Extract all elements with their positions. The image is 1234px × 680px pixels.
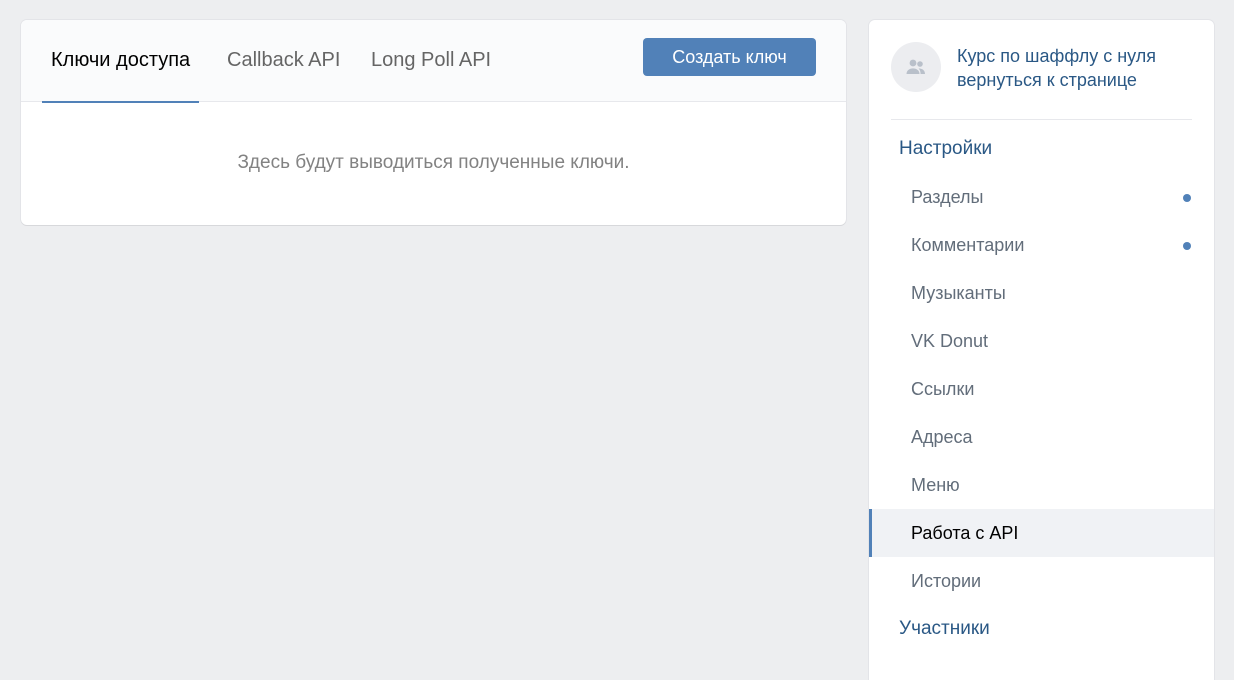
tab-long-poll-api[interactable]: Long Poll API (371, 20, 491, 102)
group-header: Курс по шаффлу с нуля вернуться к страни… (891, 42, 1192, 120)
api-keys-card: Ключи доступа Callback API Long Poll API… (21, 20, 846, 225)
tab-access-keys[interactable]: Ключи доступа (41, 20, 200, 103)
tab-callback-api[interactable]: Callback API (227, 20, 340, 102)
sidebar-item-label: Разделы (911, 187, 984, 207)
tabs-bar: Ключи доступа Callback API Long Poll API… (21, 20, 846, 103)
sidebar-item-label: Работа с API (911, 523, 1019, 543)
sidebar-item-api[interactable]: Работа с API (869, 509, 1214, 557)
group-avatar[interactable] (891, 42, 941, 92)
notification-dot (1183, 194, 1191, 202)
sidebar-item-addresses[interactable]: Адреса (869, 413, 1214, 461)
sidebar-item-comments[interactable]: Комментарии (869, 221, 1214, 269)
sidebar-item-label: Меню (911, 475, 960, 495)
sidebar-item-label: VK Donut (911, 331, 989, 351)
group-name-link[interactable]: Курс по шаффлу с нуля (957, 46, 1156, 67)
sidebar-item-vk-donut[interactable]: VK Donut (869, 317, 1214, 365)
sidebar-item-members[interactable]: Участники (869, 605, 1214, 653)
sidebar-item-stories[interactable]: Истории (869, 557, 1214, 605)
empty-keys-message: Здесь будут выводиться полученные ключи. (237, 152, 630, 173)
sidebar-item-settings[interactable]: Настройки (869, 125, 1214, 173)
sidebar-item-label: Истории (911, 571, 982, 591)
sidebar-item-menu[interactable]: Меню (869, 461, 1214, 509)
sidebar-item-links[interactable]: Ссылки (869, 365, 1214, 413)
back-to-page-link[interactable]: вернуться к странице (957, 70, 1137, 91)
sidebar-item-sections[interactable]: Разделы (869, 173, 1214, 221)
users-icon (906, 59, 925, 74)
sidebar-item-label: Адреса (911, 427, 973, 447)
notification-dot (1183, 242, 1191, 250)
settings-sidebar: Курс по шаффлу с нуля вернуться к страни… (869, 20, 1214, 680)
create-key-button[interactable]: Создать ключ (643, 38, 816, 76)
sidebar-item-label: Музыканты (911, 283, 1006, 303)
sidebar-item-musicians[interactable]: Музыканты (869, 269, 1214, 317)
sidebar-item-label: Комментарии (911, 235, 1025, 255)
sidebar-item-label: Ссылки (911, 379, 975, 399)
